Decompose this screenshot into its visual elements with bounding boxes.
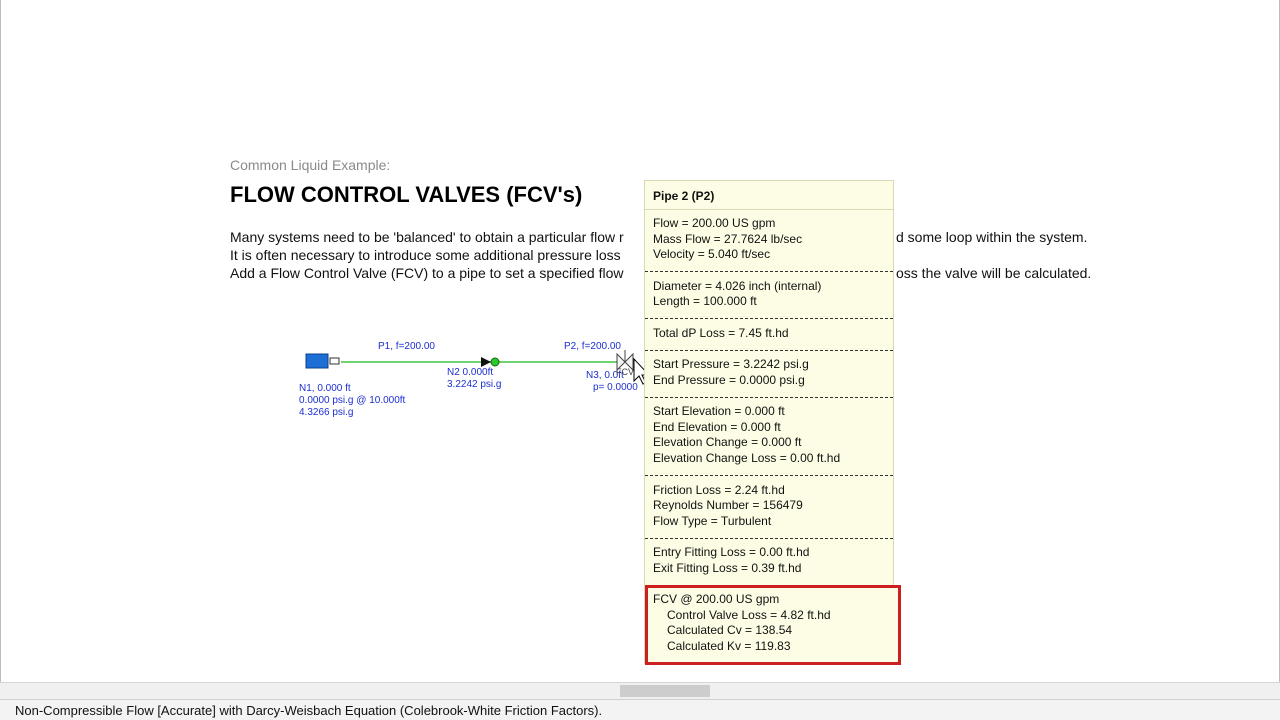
tooltip-header-divider (645, 209, 893, 210)
tooltip-divider (645, 271, 893, 272)
fcv-header: FCV @ 200.00 US gpm (653, 592, 780, 606)
node-n2-label-1: N2 0.000ft (447, 367, 494, 378)
fcv-calculated-cv: Calculated Cv = 138.54 (667, 623, 793, 637)
pipe-network (305, 350, 651, 385)
node-n2-icon[interactable] (490, 357, 500, 367)
scrollbar-thumb[interactable] (620, 685, 710, 697)
tooltip-velocity: Velocity = 5.040 ft/sec (653, 247, 771, 261)
status-bar: Non-Compressible Flow [Accurate] with Da… (0, 699, 1280, 720)
tooltip-divider (645, 397, 893, 398)
pipe-p1-label: P1, f=200.00 (378, 341, 435, 352)
tooltip-divider (645, 318, 893, 319)
fcv-calculated-kv: Calculated Kv = 119.83 (667, 639, 791, 653)
tooltip-diameter: Diameter = 4.026 inch (internal) (653, 279, 822, 293)
tooltip-flow-type: Flow Type = Turbulent (653, 514, 772, 528)
tooltip-total-dp-loss: Total dP Loss = 7.45 ft.hd (653, 326, 789, 340)
flow-arrow-icon (481, 357, 491, 367)
fcv-control-valve-loss: Control Valve Loss = 4.82 ft.hd (667, 608, 831, 622)
node-n3-label-2: p= 0.0000 (593, 382, 638, 393)
node-n1-label-3: 4.3266 psi.g (299, 407, 354, 418)
status-text: Non-Compressible Flow [Accurate] with Da… (15, 703, 603, 718)
tooltip-elevation-change-loss: Elevation Change Loss = 0.00 ft.hd (653, 451, 841, 465)
fcv-tag: FCV (616, 367, 634, 377)
tooltip-end-pressure: End Pressure = 0.0000 psi.g (653, 373, 805, 387)
tooltip-divider (645, 350, 893, 351)
tooltip-start-elevation: Start Elevation = 0.000 ft (653, 404, 785, 418)
tooltip-elevation-change: Elevation Change = 0.000 ft (653, 435, 802, 449)
tooltip-entry-fitting-loss: Entry Fitting Loss = 0.00 ft.hd (653, 545, 810, 559)
node-n2-label-2: 3.2242 psi.g (447, 379, 502, 390)
tank-outlet-icon (329, 357, 340, 365)
tooltip-title: Pipe 2 (P2) (653, 189, 715, 203)
tooltip-reynolds-number: Reynolds Number = 156479 (653, 498, 803, 512)
tank-n1-icon[interactable] (305, 353, 329, 369)
horizontal-scrollbar[interactable] (0, 682, 1280, 699)
tooltip-mass-flow: Mass Flow = 27.7624 lb/sec (653, 232, 803, 246)
tooltip-end-elevation: End Elevation = 0.000 ft (653, 420, 781, 434)
pipe-p2-label: P2, f=200.00 (564, 341, 621, 352)
fcv-results-highlight: FCV @ 200.00 US gpm Control Valve Loss =… (645, 585, 901, 665)
tooltip-friction-loss: Friction Loss = 2.24 ft.hd (653, 483, 785, 497)
node-n1-label-1: N1, 0.000 ft (299, 383, 351, 394)
tooltip-divider (645, 538, 893, 539)
drawing-canvas[interactable]: Common Liquid Example: FLOW CONTROL VALV… (0, 0, 1280, 682)
tooltip-start-pressure: Start Pressure = 3.2242 psi.g (653, 357, 809, 371)
tooltip-length: Length = 100.000 ft (653, 294, 757, 308)
tooltip-divider (645, 475, 893, 476)
tooltip-flow: Flow = 200.00 US gpm (653, 216, 776, 230)
node-n1-label-2: 0.0000 psi.g @ 10.000ft (299, 395, 406, 406)
tooltip-exit-fitting-loss: Exit Fitting Loss = 0.39 ft.hd (653, 561, 802, 575)
